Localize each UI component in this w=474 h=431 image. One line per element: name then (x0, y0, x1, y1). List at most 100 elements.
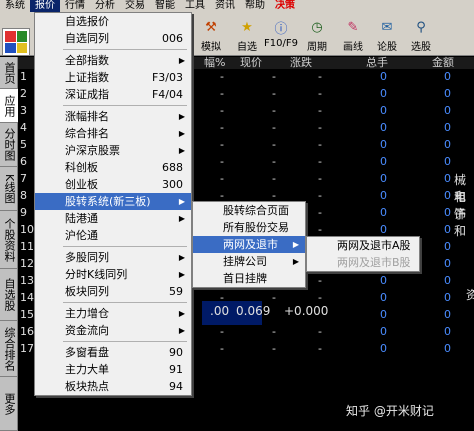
menu-9[interactable]: 帮助 (240, 0, 270, 12)
submenu-arrow-icon: ▶ (178, 56, 185, 65)
quote-menu-item[interactable]: 分时K线同列 ▶ (35, 266, 191, 283)
zero-cell: 0 (380, 121, 387, 134)
menu-6[interactable]: 智能 (150, 0, 180, 12)
quote-menu-item[interactable]: 资金流向 ▶ (35, 322, 191, 339)
empty-cell: - (220, 121, 224, 134)
delisted-menu-item[interactable]: 两网及退市A股 (307, 237, 419, 254)
col-change[interactable]: 涨跌 (290, 57, 312, 69)
empty-cell: - (272, 325, 276, 338)
toolbar-button-1[interactable]: ⚒ 模拟 (196, 18, 226, 54)
quote-menu-item[interactable]: 主力增仓 ▶ (35, 305, 191, 322)
quote-menu-item[interactable]: 多窗看盘 90 (35, 344, 191, 361)
submenu-arrow-icon: ▶ (178, 197, 185, 206)
col-change-pct[interactable]: 幅% (204, 57, 225, 69)
quote-menu-item[interactable]: 科创板 688 (35, 159, 191, 176)
submenu-arrow-icon: ▶ (178, 214, 185, 223)
empty-cell: - (318, 70, 322, 83)
menu-5[interactable]: 交易 (120, 0, 150, 12)
col-amount[interactable]: 金额 (432, 57, 454, 69)
menu-4[interactable]: 分析 (90, 0, 120, 12)
row-index: 3 (20, 104, 27, 117)
toolbar-button-6[interactable]: ✉ 论股 (372, 18, 402, 54)
quote-menu-item[interactable]: 板块热点 94 (35, 378, 191, 395)
neeq-menu-item[interactable]: 股转综合页面 (193, 202, 305, 219)
left-tab-3[interactable]: 分时图 (0, 123, 18, 167)
row-index: 15 (20, 308, 34, 321)
zero-cell: 0 (380, 325, 387, 338)
neeq-menu-item-label: 所有股份交易 (223, 221, 289, 234)
menu-1[interactable]: 系统 (0, 0, 30, 12)
watermark: 知乎 @开米财记 (346, 404, 434, 418)
col-volume[interactable]: 总手 (366, 57, 388, 69)
toolbar-button-4[interactable]: ◷ 周期 (302, 18, 332, 54)
delisted-submenu: 两网及退市A股 两网及退市B股 (306, 236, 420, 272)
zero-cell: 0 (444, 121, 451, 134)
toolbar-button-2[interactable]: ★ 自选 (232, 18, 262, 54)
quote-menu-item[interactable]: 涨幅排名 ▶ (35, 108, 191, 125)
row-index: 12 (20, 257, 34, 270)
menu-2[interactable]: 报价 (30, 0, 60, 12)
quote-menu-item[interactable]: 深证成指 F4/04 (35, 86, 191, 103)
empty-cell: - (318, 325, 322, 338)
neeq-menu-item[interactable]: 挂牌公司 ▶ (193, 253, 305, 270)
zero-cell: 0 (444, 223, 451, 236)
menu-8[interactable]: 资讯 (210, 0, 240, 12)
quote-menu-item[interactable]: 板块同列 59 (35, 283, 191, 300)
zero-cell: 0 (380, 189, 387, 202)
empty-cell: - (318, 155, 322, 168)
neeq-menu-item[interactable]: 所有股份交易 (193, 219, 305, 236)
zero-cell: 0 (380, 70, 387, 83)
empty-cell: - (272, 104, 276, 117)
zero-cell: 0 (444, 240, 451, 253)
zero-cell: 0 (380, 291, 387, 304)
row-index: 6 (20, 155, 27, 168)
quote-menu: 自选报价 自选同列 006 全部指数 ▶ 上证指数 F3/03 深证成指 F4/04 涨幅排名 ▶ 综… (34, 12, 192, 396)
toolbar-button-5[interactable]: ✎ 画线 (338, 18, 368, 54)
layout-icon[interactable] (2, 28, 30, 56)
quote-menu-item-label: 陆港通 (65, 212, 98, 225)
neeq-menu-item[interactable]: 首日挂牌 (193, 270, 305, 287)
quote-menu-item[interactable]: 多股同列 ▶ (35, 249, 191, 266)
star-icon: ★ (241, 19, 253, 35)
left-tab-6[interactable]: 自选股 (0, 269, 18, 321)
quote-menu-item-label: 股转系统(新三板) (65, 195, 151, 208)
menu-10[interactable]: 决策 (270, 0, 300, 12)
quote-menu-item[interactable]: 全部指数 ▶ (35, 52, 191, 69)
info-icon: ⓘ (274, 21, 288, 37)
quote-menu-item[interactable]: 综合排名 ▶ (35, 125, 191, 142)
quote-menu-item-label: 主力增仓 (65, 307, 109, 320)
shortcut-label: 94 (169, 380, 183, 393)
empty-cell: - (272, 121, 276, 134)
menu-7[interactable]: 工具 (180, 0, 210, 12)
filter-icon: ⚲ (416, 19, 426, 35)
col-price[interactable]: 现价 (240, 57, 262, 69)
row-index: 8 (20, 189, 27, 202)
left-tab-1[interactable]: 首页 (0, 57, 18, 89)
empty-cell: - (272, 342, 276, 355)
submenu-arrow-icon: ▶ (178, 326, 185, 335)
quote-menu-item-label: 科创板 (65, 161, 98, 174)
row15-price: 0.069 (236, 304, 271, 318)
left-tab-8[interactable]: 更多 (0, 377, 18, 431)
quote-menu-item[interactable]: 陆港通 ▶ (35, 210, 191, 227)
left-tab-5[interactable]: 个股资料 (0, 211, 18, 269)
left-tab-4[interactable]: K线图 (0, 167, 18, 211)
quote-menu-item[interactable]: 主力大单 91 (35, 361, 191, 378)
neeq-menu-item[interactable]: 两网及退市 ▶ (193, 236, 305, 253)
toolbar-button-7[interactable]: ⚲ 选股 (406, 18, 436, 54)
quote-menu-item[interactable]: 沪深京股票 ▶ (35, 142, 191, 159)
toolbar-button-label: 周期 (307, 42, 327, 53)
toolbar-button-3[interactable]: ⓘ F10/F9 (264, 18, 298, 54)
empty-cell: - (220, 172, 224, 185)
quote-menu-item[interactable]: 股转系统(新三板) ▶ (35, 193, 191, 210)
left-tab-2[interactable]: 应用 (0, 89, 18, 123)
submenu-arrow-icon: ▶ (178, 112, 185, 121)
menu-3[interactable]: 行情 (60, 0, 90, 12)
quote-menu-item[interactable]: 沪伦通 (35, 227, 191, 244)
quote-menu-item[interactable]: 创业板 300 (35, 176, 191, 193)
quote-menu-item[interactable]: 自选同列 006 (35, 30, 191, 47)
empty-cell: - (220, 342, 224, 355)
quote-menu-item[interactable]: 自选报价 (35, 13, 191, 30)
left-tab-7[interactable]: 综合排名 (0, 321, 18, 377)
quote-menu-item[interactable]: 上证指数 F3/03 (35, 69, 191, 86)
